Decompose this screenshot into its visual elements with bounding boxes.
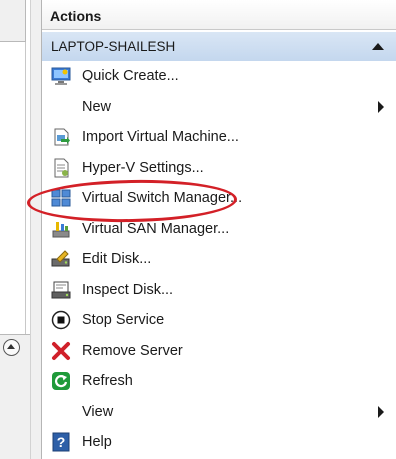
actions-pane: Actions LAPTOP-SHAILESH Quick Create... …	[42, 0, 396, 459]
scroll-up-button[interactable]	[0, 336, 22, 358]
action-stop-service[interactable]: Stop Service	[42, 305, 396, 336]
inspect-disk-icon	[51, 281, 71, 299]
virtual-switch-icon	[51, 189, 71, 207]
stop-service-icon	[51, 311, 71, 330]
left-pane-border	[25, 42, 26, 334]
svg-text:?: ?	[57, 434, 66, 450]
submenu-arrow-icon	[378, 100, 384, 113]
action-view[interactable]: View	[42, 397, 396, 428]
remove-server-icon	[52, 341, 70, 360]
action-hyperv-settings[interactable]: Hyper-V Settings...	[42, 153, 396, 184]
action-import-virtual-machine[interactable]: Import Virtual Machine...	[42, 122, 396, 153]
submenu-arrow-icon	[378, 405, 384, 418]
left-pane-header	[0, 0, 26, 42]
refresh-icon	[52, 372, 70, 391]
action-label: Import Virtual Machine...	[82, 129, 239, 146]
actions-menu: Quick Create... New Import Virtual Machi…	[42, 61, 396, 458]
action-label: Refresh	[82, 373, 133, 390]
action-inspect-disk[interactable]: Inspect Disk...	[42, 275, 396, 306]
action-label: Edit Disk...	[82, 251, 152, 268]
hyperv-settings-icon	[54, 158, 69, 178]
action-remove-server[interactable]: Remove Server	[42, 336, 396, 367]
action-label: Stop Service	[82, 312, 165, 329]
action-virtual-switch-manager[interactable]: Virtual Switch Manager...	[42, 183, 396, 214]
server-section-header[interactable]: LAPTOP-SHAILESH	[42, 32, 396, 61]
quick-create-icon	[51, 67, 71, 86]
scroll-up-icon	[2, 338, 20, 356]
action-label: Remove Server	[82, 342, 183, 359]
action-label: Help	[82, 434, 112, 451]
action-help[interactable]: ? Help	[42, 427, 396, 458]
edit-disk-icon	[51, 250, 70, 267]
help-icon: ?	[52, 432, 70, 452]
action-label: View	[82, 403, 114, 420]
pane-splitter[interactable]	[30, 0, 42, 459]
actions-title: Actions	[42, 0, 396, 30]
virtual-san-icon	[52, 221, 70, 238]
action-quick-create[interactable]: Quick Create...	[42, 61, 396, 92]
action-virtual-san-manager[interactable]: Virtual SAN Manager...	[42, 214, 396, 245]
action-new[interactable]: New	[42, 92, 396, 123]
action-label: Quick Create...	[82, 68, 179, 85]
import-vm-icon	[54, 128, 70, 146]
action-label: Hyper-V Settings...	[82, 159, 204, 176]
collapse-up-icon[interactable]	[372, 43, 384, 50]
action-edit-disk[interactable]: Edit Disk...	[42, 244, 396, 275]
action-label: Inspect Disk...	[82, 281, 174, 298]
action-label: New	[82, 98, 112, 115]
action-label: Virtual SAN Manager...	[82, 220, 230, 237]
server-name: LAPTOP-SHAILESH	[51, 39, 176, 54]
action-refresh[interactable]: Refresh	[42, 366, 396, 397]
action-label: Virtual Switch Manager...	[82, 190, 243, 207]
left-pane-fragment	[0, 0, 30, 459]
